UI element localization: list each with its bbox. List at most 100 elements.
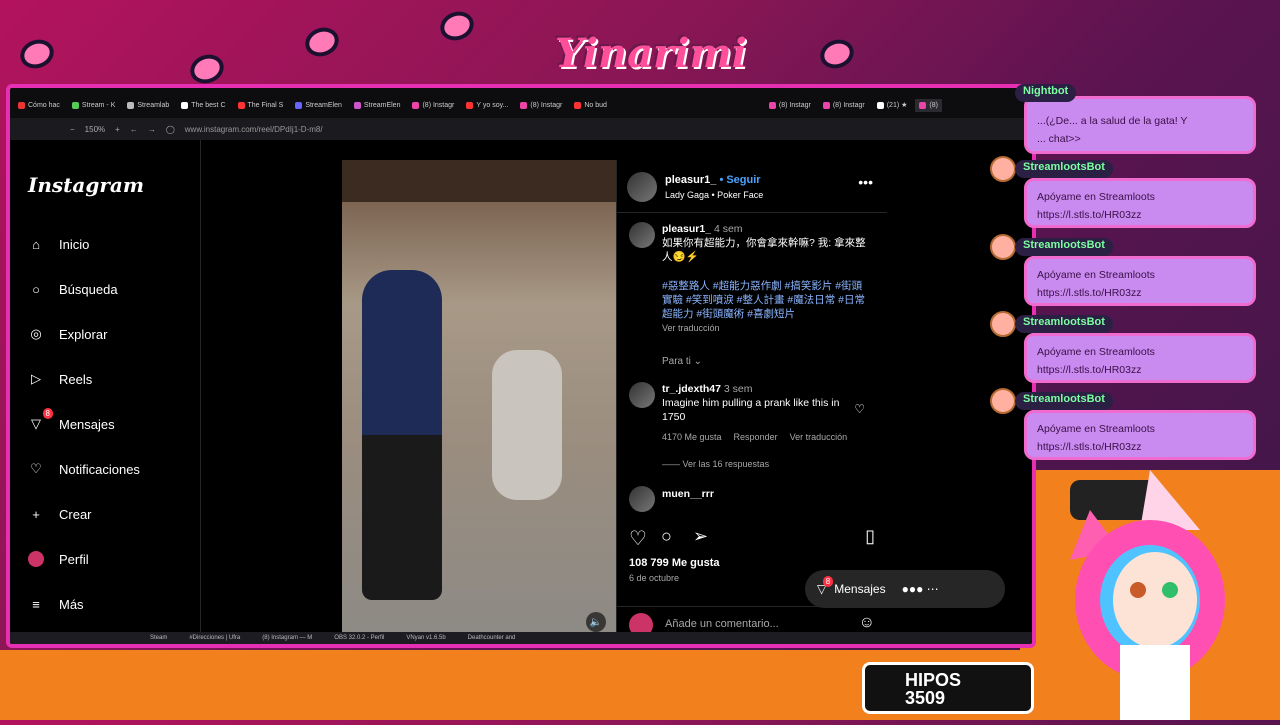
- audio-label[interactable]: Lady Gaga • Poker Face: [665, 190, 763, 200]
- comment-likes[interactable]: 4170 Me gusta: [662, 432, 722, 442]
- for-you-toggle[interactable]: Para ti ⌄: [662, 356, 702, 367]
- zoom-in-icon[interactable]: +: [115, 125, 120, 134]
- taskbar-item[interactable]: VNyan v1.6.5b: [406, 635, 445, 641]
- caption-username[interactable]: pleasur1_: [662, 223, 711, 235]
- nav-mas[interactable]: ≡ Más: [26, 594, 83, 614]
- like-heart-icon[interactable]: ♡: [629, 526, 647, 551]
- follow-button[interactable]: • Seguir: [719, 174, 760, 186]
- back-icon[interactable]: ←: [130, 125, 138, 134]
- comment2-avatar[interactable]: [629, 486, 655, 512]
- vtuber-avatar: [1050, 470, 1250, 720]
- nightbot-label: Nightbot: [1015, 84, 1077, 102]
- author-line: pleasur1_ • Seguir: [665, 174, 761, 186]
- shield-icon[interactable]: ◯: [166, 125, 175, 134]
- nav-notificaciones[interactable]: ♡ Notificaciones: [26, 459, 140, 479]
- taskbar-item[interactable]: OBS 32.0.2 - Perfil: [334, 635, 384, 641]
- bot-name: StreamlootsBot: [1015, 315, 1113, 333]
- comment-actions: 4170 Me gusta Responder Ver traducción: [662, 432, 847, 442]
- browser-tab[interactable]: StreamElen: [350, 99, 405, 112]
- author-avatar[interactable]: [627, 172, 657, 202]
- forward-icon[interactable]: →: [148, 125, 156, 134]
- chat-message: Apóyame en Streamloots https://l.stls.to…: [1024, 410, 1256, 460]
- likes-count[interactable]: 108 799 Me gusta: [629, 557, 720, 569]
- reply-button[interactable]: Responder: [734, 432, 778, 442]
- nav-label: Crear: [59, 506, 92, 522]
- browser-tab[interactable]: Streamlab: [123, 99, 173, 112]
- save-bookmark-icon[interactable]: ▯: [865, 526, 875, 547]
- nav-inicio[interactable]: ⌂ Inicio: [26, 234, 89, 254]
- menu-icon: ≡: [32, 596, 40, 612]
- browser-tab[interactable]: (8) Instagr: [765, 99, 815, 112]
- chat-text: https://l.stls.to/HR03zz: [1037, 208, 1142, 221]
- url-field[interactable]: www.instagram.com/reel/DPdIj1-D-m8/: [185, 125, 323, 134]
- chat-text: https://l.stls.to/HR03zz: [1037, 440, 1142, 453]
- nav-perfil[interactable]: Perfil: [26, 549, 89, 569]
- author-username[interactable]: pleasur1_: [665, 174, 716, 186]
- address-bar: − 150% + ← → ◯ www.instagram.com/reel/DP…: [10, 118, 1032, 140]
- taskbar-item[interactable]: Steam: [150, 635, 167, 641]
- emoji-icon[interactable]: ☺: [859, 614, 875, 632]
- bot-name: StreamlootsBot: [1015, 238, 1113, 256]
- browser-tab[interactable]: No bud: [570, 99, 611, 112]
- browser-tab[interactable]: The best C: [177, 99, 229, 112]
- zoom-out-icon[interactable]: −: [70, 125, 75, 134]
- nav-reels[interactable]: ▷ Reels: [26, 369, 92, 389]
- messages-pill[interactable]: ▽ 8 Mensajes ●●● ⋯: [805, 570, 1005, 608]
- browser-tab[interactable]: Stream - K: [68, 99, 119, 112]
- nav-label: Explorar: [59, 326, 108, 342]
- nav-label: Notificaciones: [59, 461, 140, 477]
- browser-tab[interactable]: (8) Instagr: [408, 99, 458, 112]
- browser-tab-active[interactable]: (8): [915, 98, 942, 112]
- messenger-icon: ▽ 8: [26, 408, 53, 434]
- caption-avatar[interactable]: [629, 222, 655, 248]
- browser-tab[interactable]: (21) ★: [873, 98, 912, 112]
- browser-tab[interactable]: The Final S: [234, 99, 288, 112]
- browser-tab[interactable]: (8) Instagr: [516, 99, 566, 112]
- taskbar-item[interactable]: Deathcounter and: [468, 635, 516, 641]
- taskbar-item[interactable]: (8) Instagram — M: [262, 635, 312, 641]
- instagram-logo[interactable]: Instagram: [28, 173, 144, 197]
- bot-avatar-icon: [990, 311, 1016, 337]
- browser-tab[interactable]: Y yo soy...: [462, 99, 512, 112]
- mute-icon[interactable]: 🔈: [586, 612, 606, 632]
- nav-explorar[interactable]: ◎ Explorar: [26, 324, 107, 344]
- comment-username[interactable]: tr_.jdexth47: [662, 383, 721, 395]
- compass-icon: ◎: [30, 326, 42, 341]
- video-scene-people: [492, 350, 562, 500]
- share-icon[interactable]: ➢: [693, 526, 708, 547]
- nav-busqueda[interactable]: ○ Búsqueda: [26, 279, 118, 299]
- more-options-icon[interactable]: •••: [858, 174, 873, 190]
- caption-text: 如果你有超能力，你會拿來幹嘛? 我: 拿來整人😏⚡: [662, 237, 866, 264]
- caption-hashtags[interactable]: #惡整路人 #超能力惡作劇 #搞笑影片 #街頭實驗 #笑到噴淚 #整人計畫 #魔…: [662, 280, 865, 320]
- chat-message: Apóyame en Streamloots https://l.stls.to…: [1024, 178, 1256, 228]
- comment-like-icon[interactable]: ♡: [854, 402, 865, 416]
- nav-label: Reels: [59, 371, 93, 387]
- home-icon: ⌂: [32, 236, 40, 252]
- comment-avatar[interactable]: [629, 382, 655, 408]
- browser-tab[interactable]: StreamElen: [291, 99, 346, 112]
- counter-label: HIPOS: [905, 670, 962, 690]
- comment-input[interactable]: Añade un comentario...: [665, 618, 779, 630]
- view-replies[interactable]: —— Ver las 16 respuestas: [662, 459, 769, 469]
- nav-label: Inicio: [59, 236, 90, 252]
- browser-tab[interactable]: (8) Instagr: [819, 99, 869, 112]
- video-scene-building: [342, 160, 616, 202]
- browser-window: Cómo hac Stream - K Streamlab The best C…: [6, 84, 1036, 648]
- avatars-stack: ●●● ⋯: [901, 582, 939, 596]
- nav-label: Mensajes: [59, 416, 115, 432]
- yinarimi-logo: Yinarimi: [555, 30, 747, 77]
- nav-mensajes[interactable]: ▽ 8 Mensajes: [26, 408, 115, 434]
- comment-translate-link[interactable]: Ver traducción: [790, 432, 848, 442]
- chat-text: ...(¿De... a la salud de la gata! Y: [1037, 115, 1188, 127]
- messages-pill-label: Mensajes: [834, 582, 886, 596]
- nav-crear[interactable]: + Crear: [26, 504, 92, 524]
- comment-icon[interactable]: ○: [661, 526, 672, 547]
- translate-link[interactable]: Ver traducción: [662, 323, 720, 333]
- browser-tab[interactable]: Cómo hac: [14, 99, 64, 112]
- comment2-username[interactable]: muen__rrr: [662, 488, 714, 500]
- comments-list[interactable]: pleasur1_ 4 sem 如果你有超能力，你會拿來幹嘛? 我: 拿來整人😏…: [617, 214, 887, 514]
- taskbar-item[interactable]: #Direcciones | Ufra: [189, 635, 240, 641]
- bot-avatar-icon: [990, 388, 1016, 414]
- chat-message-top: ...(¿De... a la salud de la gata! Y ... …: [1024, 96, 1256, 154]
- reel-video[interactable]: 🔈: [342, 160, 616, 640]
